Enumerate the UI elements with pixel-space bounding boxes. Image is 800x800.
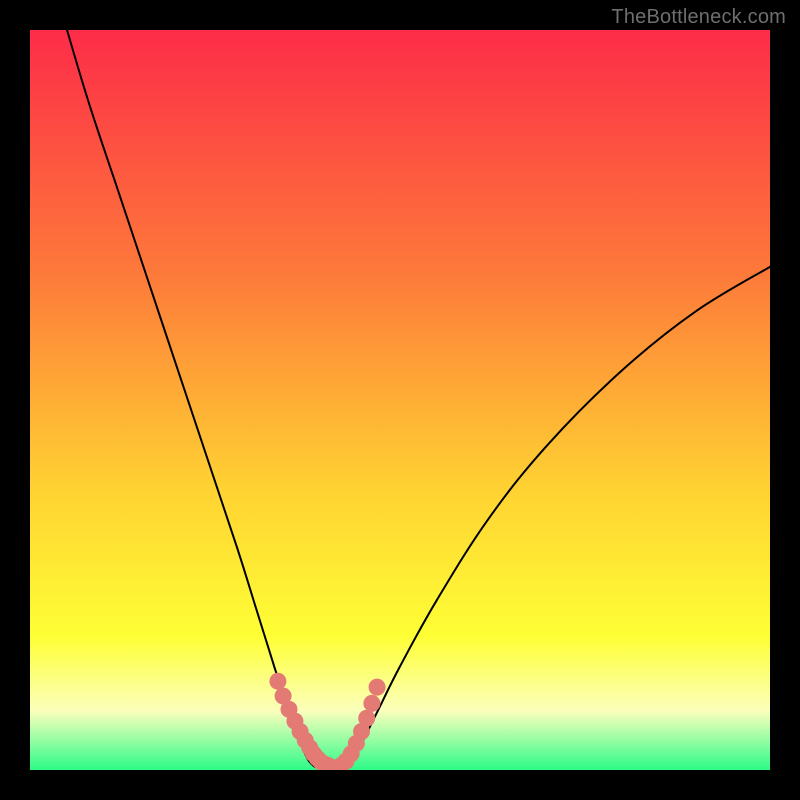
bead-point bbox=[363, 695, 380, 712]
bead-point bbox=[269, 673, 286, 690]
bottleneck-chart bbox=[30, 30, 770, 770]
bead-point bbox=[369, 679, 386, 696]
chart-frame: TheBottleneck.com bbox=[0, 0, 800, 800]
gradient-background bbox=[30, 30, 770, 770]
plot-area bbox=[30, 30, 770, 770]
watermark-text: TheBottleneck.com bbox=[611, 6, 786, 29]
bead-point bbox=[358, 710, 375, 727]
